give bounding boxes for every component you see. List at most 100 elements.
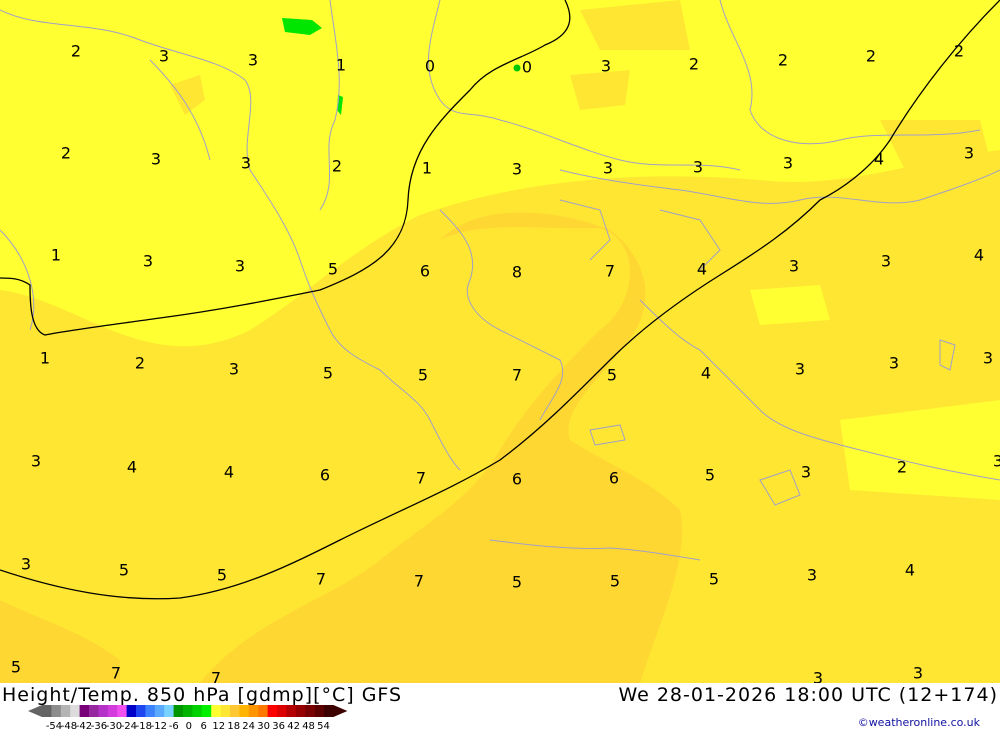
temperature-value: 5	[610, 572, 620, 591]
temperature-value: 1	[336, 56, 346, 75]
legend-swatch	[324, 705, 334, 717]
temperature-value: 8	[512, 263, 522, 282]
legend-tick-label: 30	[257, 721, 270, 732]
legend-tick-label: -6	[169, 721, 179, 732]
temperature-value: 5	[119, 561, 129, 580]
temperature-value: 7	[414, 572, 424, 591]
legend-tick-label: 12	[212, 721, 225, 732]
legend-swatch	[79, 705, 90, 717]
credit-link[interactable]: ©weatheronline.co.uk	[858, 716, 980, 729]
temperature-value: 3	[159, 47, 169, 66]
legend-swatch	[98, 705, 109, 717]
legend-swatch	[305, 705, 315, 717]
color-legend: -54-48-42-36-30-24-18-12 -6 0 6 12 18 24 30 36 42…	[28, 705, 348, 732]
temperature-value: 3	[512, 160, 522, 179]
temperature-value: 6	[609, 469, 619, 488]
legend-swatch	[126, 705, 137, 717]
legend-swatch	[70, 705, 80, 717]
temperature-value: 7	[316, 570, 326, 589]
temperature-value: 3	[229, 360, 239, 379]
temperature-value: 4	[701, 364, 711, 383]
legend-swatch	[201, 705, 212, 717]
legend-swatch	[258, 705, 268, 717]
temperature-value: 2	[778, 51, 788, 70]
temperature-value: 5	[705, 466, 715, 485]
legend-swatch	[60, 705, 71, 717]
temperature-value: 3	[789, 257, 799, 276]
legend-tick-label: -24	[121, 721, 137, 732]
temperature-value: 5	[607, 366, 617, 385]
legend-swatch	[145, 705, 156, 717]
legend-swatch	[220, 705, 231, 717]
temperature-value: 4	[697, 260, 707, 279]
temperature-value: 4	[974, 246, 984, 265]
temperature-value: 0	[425, 57, 435, 76]
legend-tick-label: 54	[317, 721, 330, 732]
temperature-value: 3	[813, 669, 823, 684]
legend-swatch	[42, 705, 52, 717]
legend-swatch	[154, 705, 165, 717]
temperature-value: 3	[783, 154, 793, 173]
temperature-value: 6	[512, 470, 522, 489]
legend-tick-label: 18	[227, 721, 240, 732]
temperature-value: 3	[143, 252, 153, 271]
legend-tick-label: 24	[242, 721, 255, 732]
legend-tick-label: 48	[302, 721, 315, 732]
legend-swatch	[89, 705, 99, 717]
temperature-value: 3	[21, 555, 31, 574]
legend-swatch	[239, 705, 250, 717]
legend-swatch	[136, 705, 146, 717]
legend-swatch	[183, 705, 193, 717]
footer: Height/Temp. 850 hPa [gdmp][°C] GFS We 2…	[0, 683, 1000, 733]
temperature-value: 1	[51, 246, 61, 265]
temperature-value: 5	[11, 658, 21, 677]
legend-tick-label: -18	[136, 721, 152, 732]
legend-arrow-right	[333, 705, 348, 717]
temperature-value: 7	[211, 669, 221, 684]
legend-swatch	[295, 705, 306, 717]
temperature-value: 5	[323, 364, 333, 383]
temperature-value: 2	[954, 42, 964, 61]
legend-tick-label: -42	[76, 721, 92, 732]
legend-tick-label: -36	[91, 721, 107, 732]
temperature-value: 4	[905, 561, 915, 580]
temperature-value: 3	[881, 252, 891, 271]
temperature-value: 3	[693, 158, 703, 177]
legend-swatch	[117, 705, 127, 717]
legend-tick-label: 42	[287, 721, 300, 732]
map-datetime: We 28-01-2026 18:00 UTC (12+174)	[618, 684, 998, 706]
temperature-value: 3	[993, 452, 1000, 471]
legend-tick-label: 36	[272, 721, 285, 732]
temperature-value: 4	[224, 463, 234, 482]
legend-arrow-left	[28, 705, 42, 717]
temperature-value: 0	[522, 58, 532, 77]
temperature-value: 3	[241, 154, 251, 173]
temperature-value: 7	[111, 664, 121, 683]
legend-swatch	[314, 705, 325, 717]
temperature-value: 5	[328, 260, 338, 279]
temperature-value: 3	[248, 51, 258, 70]
temperature-value: 3	[795, 360, 805, 379]
temperature-value: 2	[61, 144, 71, 163]
temperature-value: 4	[127, 458, 137, 477]
temperature-value: 6	[320, 466, 330, 485]
legend-swatch	[230, 705, 240, 717]
legend-swatch	[267, 705, 278, 717]
legend-swatch	[164, 705, 174, 717]
temperature-value: 3	[889, 354, 899, 373]
temperature-value: 3	[235, 257, 245, 276]
temperature-value: 3	[801, 463, 811, 482]
legend-tick-label: 0	[186, 721, 192, 732]
legend-swatch	[286, 705, 297, 717]
legend-tick-label: -48	[61, 721, 77, 732]
temperature-value: 3	[983, 349, 993, 368]
temperature-value: 2	[332, 157, 342, 176]
legend-swatch	[277, 705, 287, 717]
legend-swatch	[192, 705, 203, 717]
legend-swatch	[211, 705, 221, 717]
temperature-value: 3	[601, 57, 611, 76]
temperature-value: 5	[709, 570, 719, 589]
legend-tick-label: -12	[151, 721, 167, 732]
temperature-value: 5	[512, 573, 522, 592]
legend-tick-label: -54	[46, 721, 62, 732]
